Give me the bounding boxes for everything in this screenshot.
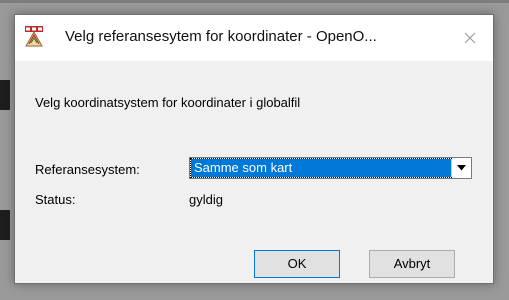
reference-system-label: Referansesystem: [35,162,140,177]
dialog-content: Velg koordinatsystem for koordinater i g… [15,61,493,283]
openorienteering-mapper-icon [25,26,43,47]
title-bar[interactable]: Velg referansesytem for koordinater - Op… [15,15,493,61]
close-icon[interactable] [447,15,493,61]
instruction-text: Velg koordinatsystem for koordinater i g… [35,95,301,110]
background-text-fragment [0,80,10,110]
cancel-button[interactable]: Avbryt [369,250,455,278]
background-text-fragment [0,210,10,240]
status-label: Status: [35,192,76,207]
dropdown-arrow-icon[interactable] [451,159,470,177]
ok-button[interactable]: OK [254,250,340,278]
reference-system-select[interactable]: Samme som kart [189,157,472,179]
background-window-strip [0,0,509,3]
reference-system-dialog: Velg referansesytem for koordinater - Op… [14,14,494,284]
reference-system-selected-value: Samme som kart [190,158,452,178]
status-value: gyldig [189,192,223,207]
window-title: Velg referansesytem for koordinater - Op… [65,28,377,45]
